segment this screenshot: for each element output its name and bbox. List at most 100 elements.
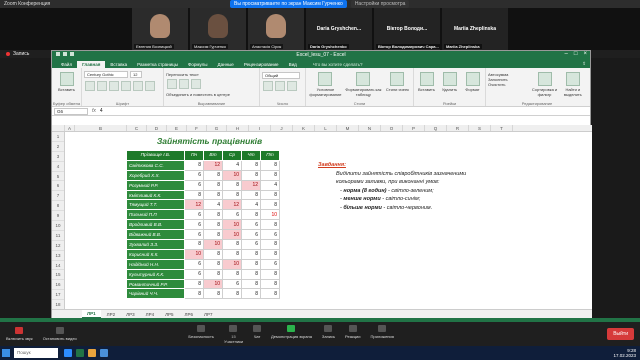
column-header[interactable]: N [359, 125, 381, 131]
hours-cell[interactable]: 8 [222, 239, 242, 250]
ribbon-tab[interactable]: Файл [56, 61, 77, 68]
name-box[interactable]: G6 [54, 107, 88, 115]
hours-cell[interactable]: 8 [222, 179, 242, 191]
row-header[interactable]: 10 [52, 221, 64, 231]
record-button[interactable]: Запись [322, 324, 335, 344]
hours-cell[interactable]: 8 [260, 268, 280, 280]
row-header[interactable]: 3 [52, 152, 64, 162]
column-header[interactable]: C [127, 125, 147, 131]
hours-cell[interactable]: 8 [260, 239, 280, 250]
sheet-tab[interactable]: ЛР6 [180, 311, 198, 318]
hours-cell[interactable]: 8 [241, 248, 261, 260]
row-header[interactable]: 6 [52, 181, 64, 192]
hours-cell[interactable]: 6 [260, 258, 280, 270]
hours-cell[interactable]: 4 [222, 159, 242, 171]
hours-cell[interactable]: 8 [184, 239, 204, 250]
windows-start-icon[interactable] [2, 349, 10, 357]
column-header[interactable]: Q [425, 125, 447, 131]
hours-cell[interactable]: 8 [222, 189, 242, 201]
hours-cell[interactable]: 8 [260, 189, 280, 201]
clear-button[interactable]: Очистить [488, 82, 529, 87]
sheet-tab[interactable]: ЛР7 [199, 311, 217, 318]
cell-styles-button[interactable]: Стили ячеек [384, 70, 411, 104]
hours-cell[interactable]: 6 [241, 229, 261, 241]
column-header[interactable]: F [187, 125, 207, 131]
video-button[interactable]: Остановить видео [43, 327, 77, 341]
employee-name-cell[interactable]: Зухвалий З.З. [126, 239, 185, 250]
browser-app-icon[interactable] [100, 349, 108, 357]
insert-cells-button[interactable]: Вставить [416, 70, 437, 104]
row-header[interactable]: 2 [52, 142, 64, 152]
column-header[interactable]: P [403, 125, 425, 131]
hours-cell[interactable]: 8 [184, 159, 204, 171]
font-size-select[interactable]: 12 [130, 71, 142, 78]
column-header[interactable]: L [315, 125, 337, 131]
row-header[interactable]: 4 [52, 162, 64, 172]
bold-icon[interactable] [85, 81, 95, 91]
align-right-icon[interactable] [191, 79, 201, 89]
percent-icon[interactable] [263, 81, 273, 91]
underline-icon[interactable] [109, 81, 119, 91]
formula-input[interactable]: 4 [100, 108, 103, 114]
column-header[interactable]: E [167, 125, 187, 131]
save-icon[interactable] [56, 52, 60, 56]
participant-name-tile[interactable]: Mariia Zheplinska Mariia Zheplinska [442, 8, 508, 50]
hours-cell[interactable]: 8 [203, 229, 223, 241]
employee-name-cell[interactable]: Надійний Н.Н. [126, 258, 185, 270]
hours-cell[interactable]: 6 [222, 209, 242, 221]
taskbar-search[interactable]: Пошук [14, 348, 58, 358]
column-header[interactable]: R [447, 125, 469, 131]
participants-button[interactable]: 15 Участники [224, 324, 243, 344]
row-header[interactable]: 14 [52, 261, 64, 271]
leave-button[interactable]: Выйти [607, 328, 634, 340]
align-left-icon[interactable] [167, 79, 177, 89]
hours-cell[interactable]: 8 [203, 179, 223, 191]
hours-cell[interactable]: 6 [241, 219, 261, 231]
sheet-tab[interactable]: ЛР4 [141, 311, 159, 318]
sheet-tab[interactable]: ЛР1 [82, 310, 101, 318]
hours-cell[interactable]: 8 [184, 278, 204, 290]
hours-cell[interactable]: 10 [222, 219, 242, 231]
ribbon-tab[interactable]: Вставка [105, 61, 132, 68]
table-header-cell[interactable]: Пн [184, 150, 204, 161]
column-header[interactable]: I [249, 125, 271, 131]
participant-video[interactable]: Анастасія Сірик [248, 8, 304, 50]
redo-icon[interactable] [70, 52, 74, 56]
employee-name-cell[interactable]: Культурний К.К. [126, 268, 185, 280]
sheet-tab[interactable]: ЛР2 [102, 311, 120, 318]
maximize-icon[interactable]: □ [574, 51, 578, 57]
employee-name-cell[interactable]: Відважний В.В. [126, 229, 185, 241]
column-header[interactable]: H [227, 125, 249, 131]
hours-cell[interactable]: 10 [222, 229, 242, 241]
column-header[interactable]: M [337, 125, 359, 131]
fill-color-icon[interactable] [133, 81, 143, 91]
hours-cell[interactable]: 6 [184, 209, 204, 221]
hours-cell[interactable]: 8 [203, 268, 223, 280]
ribbon-tab[interactable]: Главная [77, 61, 106, 68]
hours-cell[interactable]: 6 [184, 268, 204, 280]
paste-button[interactable]: Вставить [54, 87, 79, 92]
participant-name-tile[interactable]: Віктор Володи... Віктор Володимирович Сар… [374, 8, 440, 50]
minimize-icon[interactable]: – [565, 51, 568, 57]
row-header[interactable]: 9 [52, 211, 64, 222]
employee-name-cell[interactable]: Чарівний Ч.Ч. [126, 288, 185, 300]
employee-name-cell[interactable]: Хоребрий Х.Х. [126, 169, 185, 181]
hours-cell[interactable]: 10 [222, 258, 242, 270]
hours-cell[interactable]: 6 [260, 229, 280, 241]
ribbon-tab[interactable]: Рецензирование [239, 61, 284, 68]
hours-cell[interactable]: 10 [260, 209, 280, 221]
hours-cell[interactable]: 12 [203, 159, 223, 171]
format-cells-button[interactable]: Формат [462, 70, 483, 104]
hours-cell[interactable]: 12 [241, 179, 261, 191]
hours-cell[interactable]: 10 [203, 239, 223, 250]
employee-name-cell[interactable]: Вродливий В.В. [126, 219, 185, 231]
hours-cell[interactable]: 8 [241, 189, 261, 201]
hours-cell[interactable]: 4 [241, 199, 261, 211]
hours-cell[interactable]: 6 [184, 169, 204, 181]
participant-video[interactable]: Евгения Возницкий [132, 8, 188, 50]
hours-cell[interactable]: 6 [184, 219, 204, 231]
wrap-text-button[interactable]: Переносить текст [166, 72, 257, 77]
share-icon[interactable]: ⇪ [577, 60, 590, 68]
hours-cell[interactable]: 6 [184, 258, 204, 270]
row-header[interactable]: 5 [52, 172, 64, 182]
